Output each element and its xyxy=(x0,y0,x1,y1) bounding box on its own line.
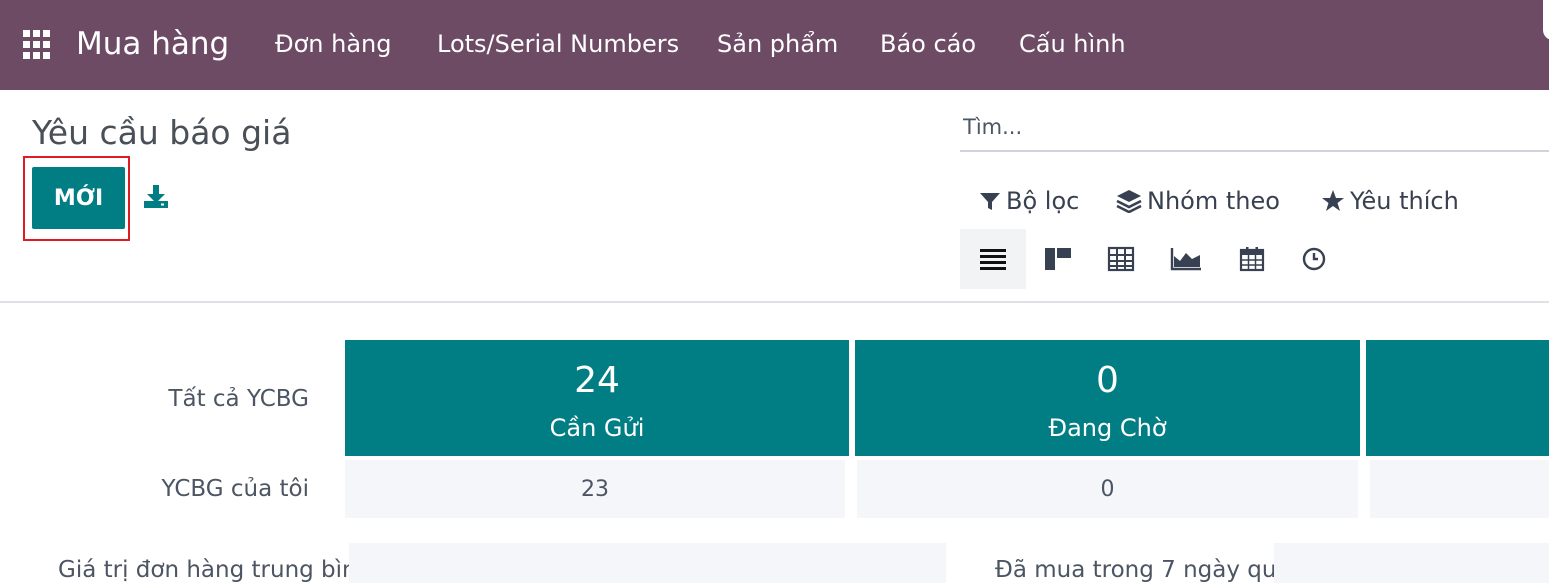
calendar-icon xyxy=(1239,247,1265,272)
search-input[interactable] xyxy=(963,112,1523,142)
pivot-icon xyxy=(1107,246,1135,272)
view-activity-button[interactable] xyxy=(1281,229,1347,289)
group-by-button[interactable]: Nhóm theo xyxy=(1116,184,1280,218)
new-button[interactable]: MỚI xyxy=(32,167,125,229)
my-waiting-count[interactable]: 0 xyxy=(857,460,1358,518)
my-late-count[interactable] xyxy=(1370,460,1549,518)
view-pivot-button[interactable] xyxy=(1088,229,1154,289)
view-graph-button[interactable] xyxy=(1153,229,1219,289)
bottom-label-purchased-7-days: Đã mua trong 7 ngày qua xyxy=(995,557,1291,583)
menu-orders[interactable]: Đơn hàng xyxy=(275,30,391,58)
apps-menu-icon[interactable] xyxy=(23,30,53,60)
my-to-send-count[interactable]: 23 xyxy=(345,460,845,518)
menu-lots-serial[interactable]: Lots/Serial Numbers xyxy=(437,30,679,58)
filter-label: Bộ lọc xyxy=(1006,187,1080,215)
card-count: 0 xyxy=(1096,360,1119,401)
favorites-button[interactable]: Yêu thích xyxy=(1321,184,1459,218)
list-icon xyxy=(980,249,1006,270)
card-late[interactable] xyxy=(1366,340,1549,456)
star-icon xyxy=(1322,190,1344,211)
navbar-edge xyxy=(1543,0,1549,40)
kanban-icon xyxy=(1045,248,1071,270)
top-navbar: Mua hàng Đơn hàng Lots/Serial Numbers Sả… xyxy=(0,0,1549,90)
menu-configuration[interactable]: Cấu hình xyxy=(1019,30,1126,58)
favorites-label: Yêu thích xyxy=(1350,187,1459,215)
card-to-send[interactable]: 24 Cần Gửi xyxy=(345,340,849,456)
app-title[interactable]: Mua hàng xyxy=(76,26,229,62)
area-chart-icon xyxy=(1170,248,1201,271)
avg-order-value-cell xyxy=(349,543,946,583)
card-count: 24 xyxy=(574,360,620,401)
card-waiting[interactable]: 0 Đang Chờ xyxy=(855,340,1360,456)
page-title: Yêu cầu báo giá xyxy=(32,113,292,152)
control-panel-divider xyxy=(0,301,1549,303)
group-by-label: Nhóm theo xyxy=(1147,187,1280,215)
bottom-label-avg-order-value: Giá trị đơn hàng trung bình xyxy=(58,557,372,583)
download-icon[interactable] xyxy=(142,183,170,211)
menu-reporting[interactable]: Báo cáo xyxy=(880,30,976,58)
menu-products[interactable]: Sản phẩm xyxy=(717,30,838,58)
view-calendar-button[interactable] xyxy=(1219,229,1285,289)
card-label: Đang Chờ xyxy=(1048,414,1167,442)
view-kanban-button[interactable] xyxy=(1025,229,1091,289)
row-label-all-rfq: Tất cả YCBG xyxy=(168,386,309,412)
view-list-button[interactable] xyxy=(960,229,1026,289)
layers-icon xyxy=(1116,190,1142,213)
search-bar xyxy=(960,108,1549,152)
clock-icon xyxy=(1302,247,1326,271)
row-label-my-rfq: YCBG của tôi xyxy=(161,476,309,502)
filter-button[interactable]: Bộ lọc xyxy=(979,184,1079,218)
filter-icon xyxy=(980,193,1000,210)
card-label: Cần Gửi xyxy=(549,414,645,442)
purchased-7-days-cell xyxy=(1274,543,1549,583)
